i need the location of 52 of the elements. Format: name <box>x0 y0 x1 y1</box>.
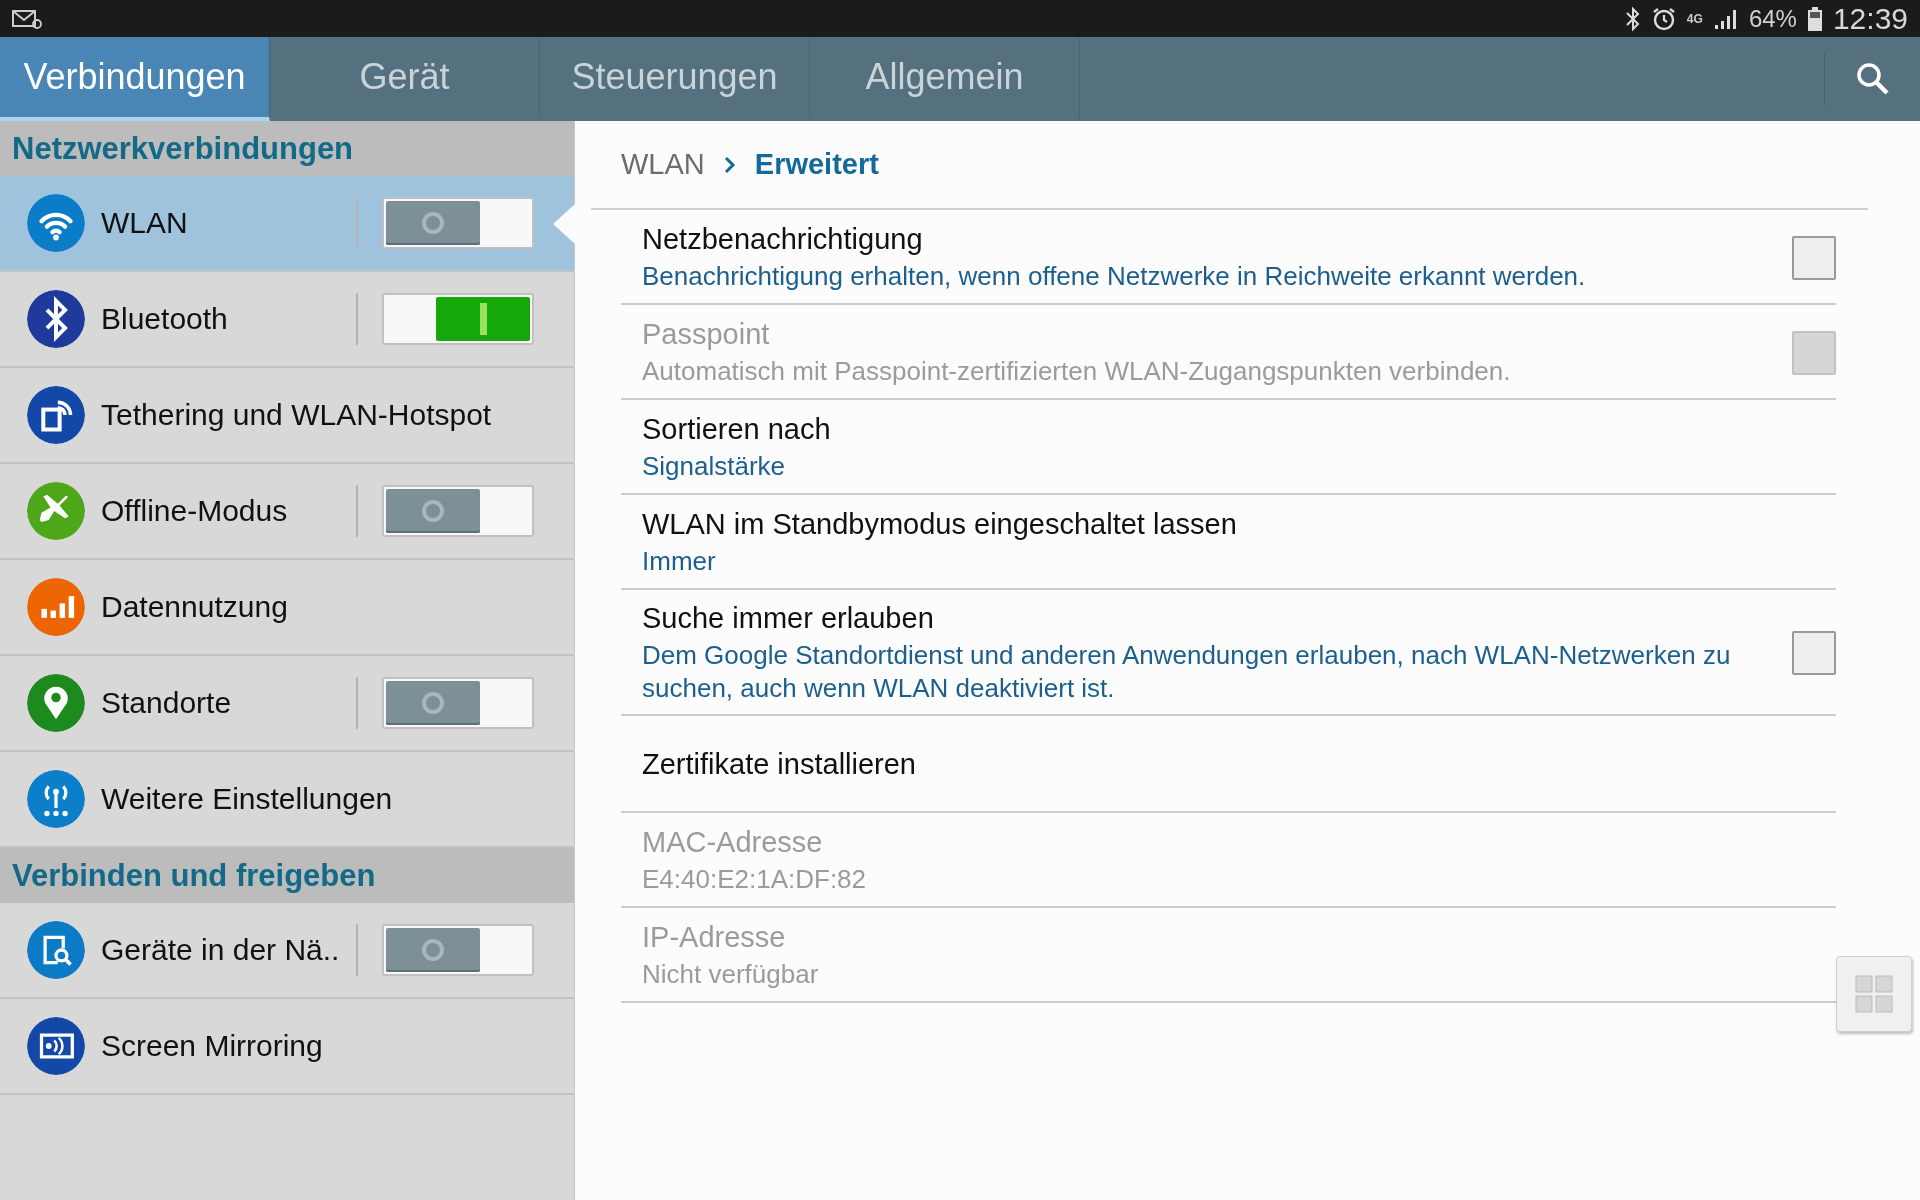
settings-row[interactable]: Netzbenachrichtigung Benachrichtigung erhalten, wenn offene Netzwerke in Reichweite erkannt werden. <box>621 210 1836 305</box>
settings-row[interactable]: Zertifikate installieren <box>621 716 1836 813</box>
tab[interactable]: Verbindungen <box>0 37 270 121</box>
breadcrumb-link[interactable]: WLAN <box>621 148 705 181</box>
settings-row[interactable]: WLAN im Standbymodus eingeschaltet lassen Immer <box>621 495 1836 590</box>
sidebar-label: Geräte in der Nä.. <box>101 933 341 967</box>
toggle-switch[interactable] <box>382 485 534 537</box>
toggle-switch[interactable] <box>382 924 534 976</box>
sidebar-label: WLAN <box>101 206 189 240</box>
bluetooth-icon <box>1624 5 1641 32</box>
setting-description: Signalstärke <box>642 449 787 483</box>
checkbox[interactable] <box>1792 631 1836 675</box>
checkbox[interactable] <box>1792 235 1836 280</box>
sidebar-label: Offline-Modus <box>101 494 289 528</box>
setting-title: Sortieren nach <box>642 412 832 446</box>
sidebar-label: Bluetooth <box>101 302 229 336</box>
toggle-switch[interactable] <box>382 677 534 729</box>
sidebar-label: Screen Mirroring <box>101 1029 324 1063</box>
section-header: Verbinden und freigeben <box>0 848 574 903</box>
settings-row[interactable]: Suche immer erlauben Dem Google Standortdienst und anderen Anwendungen erlauben, nach WLAN-Netzwerken zu suchen, auch wenn WLAN deaktiviert ist. <box>621 590 1836 716</box>
selection-pointer <box>553 204 575 244</box>
battery-icon <box>1806 5 1823 32</box>
sidebar-label: Tethering und WLAN-Hotspot <box>101 398 493 432</box>
setting-title: Suche immer erlauben <box>642 602 935 635</box>
sidebar-label: Weitere Einstellungen <box>101 782 394 816</box>
setting-title: Zertifikate installieren <box>642 748 917 781</box>
mail-icon <box>12 8 42 29</box>
sidebar-label: Standorte <box>101 686 233 720</box>
setting-description: Benachrichtigung erhalten, wenn offene Netzwerke in Reichweite erkannt werden. <box>642 259 1587 293</box>
battery-percent: 64% <box>1748 4 1797 33</box>
sidebar-label: Datennutzung <box>101 590 289 624</box>
grid-icon <box>1854 974 1894 1014</box>
setting-title: Netzbenachrichtigung <box>642 222 924 256</box>
clock-time: 12:39 <box>1832 1 1908 36</box>
breadcrumb-current: Erweitert <box>754 148 879 181</box>
toggle-switch[interactable] <box>382 197 534 249</box>
search-icon <box>1854 61 1891 97</box>
setting-title: IP-Adresse <box>642 920 787 954</box>
toggle-switch[interactable] <box>382 293 534 345</box>
setting-title: WLAN im Standbymodus eingeschaltet lassen <box>642 507 1238 541</box>
setting-description: Automatisch mit Passpoint-zertifizierten WLAN-Zugangspunkten verbinden. <box>642 354 1512 388</box>
setting-title: Passpoint <box>642 317 771 351</box>
chevron-right-icon <box>722 154 737 175</box>
sidebar-item[interactable]: WLAN <box>0 176 574 272</box>
network-type: 4G <box>1686 12 1703 25</box>
section-header: Netzwerkverbindungen <box>0 121 574 176</box>
setting-description: Nicht verfügbar <box>642 957 820 991</box>
setting-title: MAC-Adresse <box>642 825 824 859</box>
settings-row[interactable]: Sortieren nach Signalstärke <box>621 400 1836 495</box>
setting-description: E4:40:E2:1A:DF:82 <box>642 862 868 896</box>
setting-description: Dem Google Standortdienst und anderen Anwendungen erlauben, nach WLAN-Netzwerken zu suchen, auch wenn WLAN deaktiviert ist. <box>642 639 1732 704</box>
setting-description: Immer <box>642 544 717 578</box>
